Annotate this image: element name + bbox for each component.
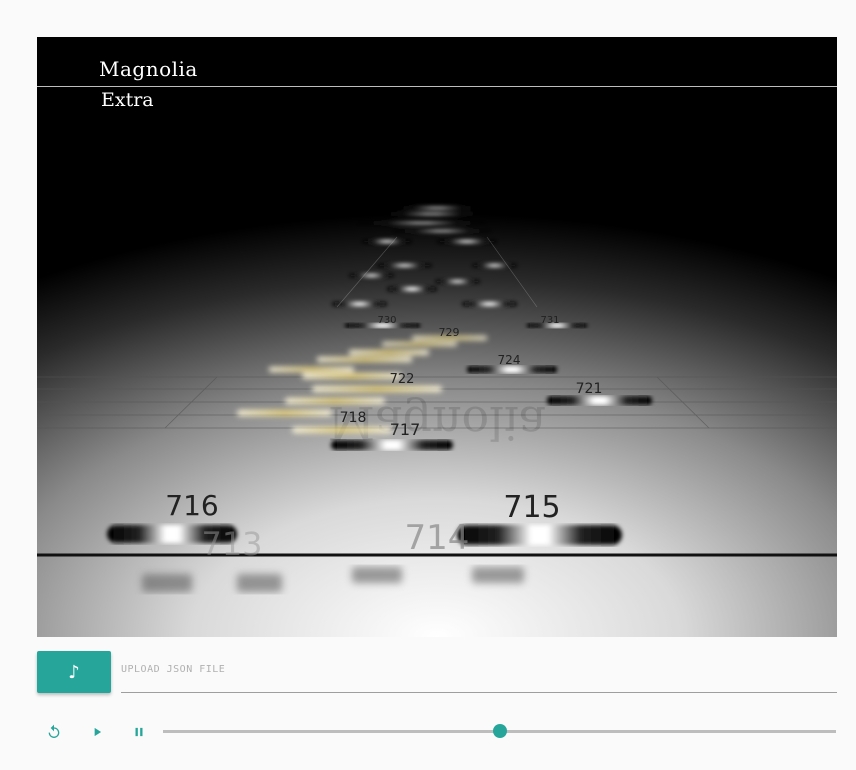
svg-text:729: 729 bbox=[439, 326, 460, 339]
note-715: 715 bbox=[457, 490, 622, 545]
note-highway: Magnolia 715 716 714 713 717 721 724 730… bbox=[37, 207, 837, 592]
game-stage: Magnolia 715 716 714 713 717 721 724 730… bbox=[37, 37, 837, 637]
title-divider bbox=[37, 86, 837, 87]
far-notes bbox=[332, 207, 517, 306]
svg-text:717: 717 bbox=[390, 420, 421, 439]
play-icon bbox=[94, 727, 102, 737]
restart-icon bbox=[48, 724, 60, 738]
svg-text:716: 716 bbox=[165, 489, 218, 522]
pause-icon bbox=[135, 727, 143, 737]
note-724: 724 bbox=[467, 353, 557, 373]
svg-text:715: 715 bbox=[503, 490, 560, 525]
restart-button[interactable] bbox=[44, 722, 64, 742]
svg-text:718: 718 bbox=[340, 410, 367, 426]
svg-text:724: 724 bbox=[498, 353, 521, 367]
progress-slider[interactable] bbox=[163, 724, 836, 738]
song-difficulty: Extra bbox=[101, 89, 154, 111]
pause-button[interactable] bbox=[129, 722, 149, 742]
note-731: 731 bbox=[527, 315, 587, 328]
note-730: 730 bbox=[345, 315, 420, 328]
note-reflections bbox=[142, 567, 524, 592]
svg-text:722: 722 bbox=[390, 372, 415, 387]
music-note-icon: ♪ bbox=[68, 661, 80, 683]
svg-text:731: 731 bbox=[540, 315, 559, 326]
song-title: Magnolia bbox=[99, 57, 198, 81]
note-721: 721 bbox=[547, 381, 652, 405]
svg-text:721: 721 bbox=[576, 381, 603, 397]
upload-file-path-field[interactable]: UPLOAD JSON FILE bbox=[121, 658, 837, 693]
progress-fill bbox=[163, 730, 500, 733]
progress-slider-thumb[interactable] bbox=[492, 724, 507, 738]
upload-button[interactable]: ♪ bbox=[37, 651, 111, 693]
note-713-label: 713 bbox=[201, 525, 262, 563]
play-button[interactable] bbox=[87, 722, 107, 742]
svg-text:730: 730 bbox=[377, 315, 396, 326]
lane-hints bbox=[336, 236, 538, 308]
note-714-label: 714 bbox=[405, 518, 470, 558]
